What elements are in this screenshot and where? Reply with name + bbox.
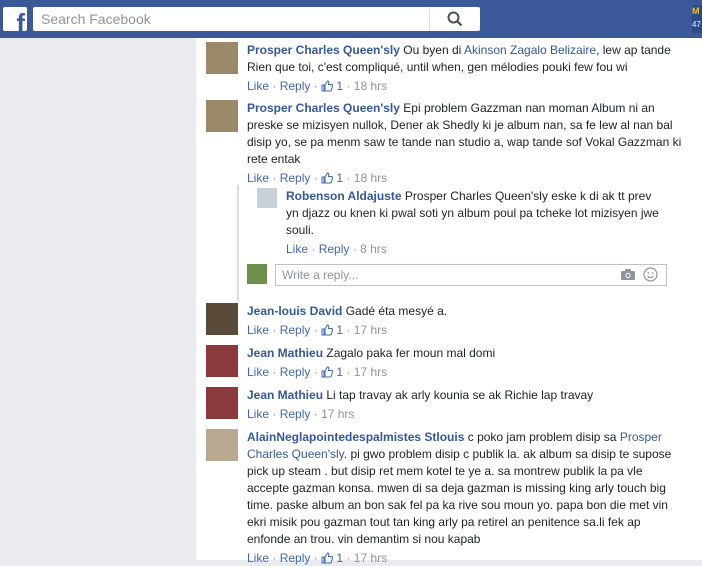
commenter-name[interactable]: Prosper Charles Queen'sly [247,101,400,115]
separator: · [313,365,318,379]
reply-button[interactable]: Reply [280,407,311,421]
separator: · [272,171,277,185]
avatar[interactable] [206,387,238,419]
avatar[interactable] [206,345,238,377]
separator: · [346,323,351,337]
commenter-name[interactable]: Jean Mathieu [247,346,323,360]
facebook-logo-icon[interactable]: f [3,7,27,31]
separator: · [313,171,318,185]
separator: · [313,323,318,337]
reply-button[interactable]: Reply [280,79,311,93]
commenter-name[interactable]: AlainNeglapointedespalmistes Stlouis [247,430,464,444]
thumbs-up-icon [321,552,334,564]
comment-time[interactable]: 8 hrs [360,242,387,256]
avatar[interactable] [206,100,238,132]
comment-time[interactable]: 18 hrs [354,171,387,185]
separator: · [352,242,357,256]
avatar[interactable] [206,42,238,74]
comment-time[interactable]: 17 hrs [321,407,354,421]
comments-panel: Prosper Charles Queen'sly Ou byen di Aki… [196,38,702,565]
separator: · [346,365,351,379]
comment-time[interactable]: 17 hrs [354,365,387,379]
write-reply-input[interactable] [276,265,602,285]
separator: · [272,79,277,93]
separator: · [272,365,277,379]
like-button[interactable]: Like [247,171,269,185]
like-count-value: 1 [336,171,344,185]
camera-icon[interactable] [620,268,636,281]
corner-badge-line1: M [692,6,700,16]
separator: · [313,407,318,421]
avatar[interactable] [257,188,277,208]
like-count-value: 1 [336,551,344,565]
separator: · [272,551,277,565]
like-button[interactable]: Like [247,551,269,565]
search-input[interactable] [33,7,441,31]
thumbs-up-icon [321,324,334,336]
comment-actions: Like · Reply · 8 hrs [286,241,666,257]
commenter-name[interactable]: Jean Mathieu [247,388,323,402]
thumbs-up-icon [321,172,334,184]
reply-button[interactable]: Reply [319,242,350,256]
comment-actions: Like · Reply · 17 hrs [247,406,682,422]
corner-badge-line2: 47 [692,20,701,29]
like-count-value: 1 [336,79,344,93]
comment-time[interactable]: 18 hrs [354,79,387,93]
like-button[interactable]: Like [247,79,269,93]
separator: · [346,79,351,93]
comment-actions: Like · Reply · 1 · 17 hrs [247,550,682,566]
like-count-value: 1 [336,323,344,337]
like-count[interactable]: 1 [321,323,343,337]
separator: · [313,551,318,565]
comment-actions: Like · Reply · 1 · 17 hrs [247,322,682,338]
comment-text: Zagalo paka fer moun mal domi [326,346,496,360]
separator: · [272,407,277,421]
separator: · [346,551,351,565]
like-count[interactable]: 1 [321,365,343,379]
commenter-name[interactable]: Prosper Charles Queen'sly [247,43,400,57]
search-bar [33,7,480,31]
current-user-avatar [247,264,267,284]
avatar[interactable] [206,429,238,461]
reply-composer [275,264,667,286]
separator: · [272,323,277,337]
corner-badge[interactable]: M 47 [692,5,702,33]
like-button[interactable]: Like [286,242,308,256]
like-count[interactable]: 1 [321,79,343,93]
like-button[interactable]: Like [247,365,269,379]
comment-actions: Like · Reply · 1 · 18 hrs [247,78,682,94]
avatar[interactable] [206,303,238,335]
separator: · [313,79,318,93]
comment-actions: Like · Reply · 1 · 17 hrs [247,364,682,380]
comment-actions: Like · Reply · 1 · 18 hrs [247,170,682,186]
like-button[interactable]: Like [247,323,269,337]
like-count[interactable]: 1 [321,171,343,185]
commenter-name[interactable]: Robenson Aldajuste [286,189,402,203]
like-count[interactable]: 1 [321,551,343,565]
separator: · [346,171,351,185]
comment-text: Li tap travay ak arly kounia se ak Richi… [326,388,594,402]
top-navigation-bar: f M 47 [0,0,702,38]
comment-text: Gadé éta mesyé a. [345,304,448,318]
like-count-value: 1 [336,365,344,379]
reply-thread [237,185,239,301]
comment-time[interactable]: 17 hrs [354,323,387,337]
separator: · [311,242,316,256]
reply-button[interactable]: Reply [280,171,311,185]
emoji-icon[interactable] [643,267,658,282]
reply-button[interactable]: Reply [280,551,311,565]
mention-link[interactable]: Akinson Zagalo Belizaire [464,43,596,57]
reply-button[interactable]: Reply [280,323,311,337]
thumbs-up-icon [321,366,334,378]
comment-text-pre: c poko jam problem disip sa [467,430,617,444]
like-button[interactable]: Like [247,407,269,421]
comment-text: . pi gwo problem disip c publik la. ak a… [247,447,672,546]
commenter-name[interactable]: Jean-louis David [247,304,342,318]
comment-time[interactable]: 17 hrs [354,551,387,565]
reply-button[interactable]: Reply [280,365,311,379]
thumbs-up-icon [321,80,334,92]
comment-text-pre: Ou byen di [403,43,462,57]
search-button[interactable] [429,7,480,31]
search-icon [447,11,463,27]
